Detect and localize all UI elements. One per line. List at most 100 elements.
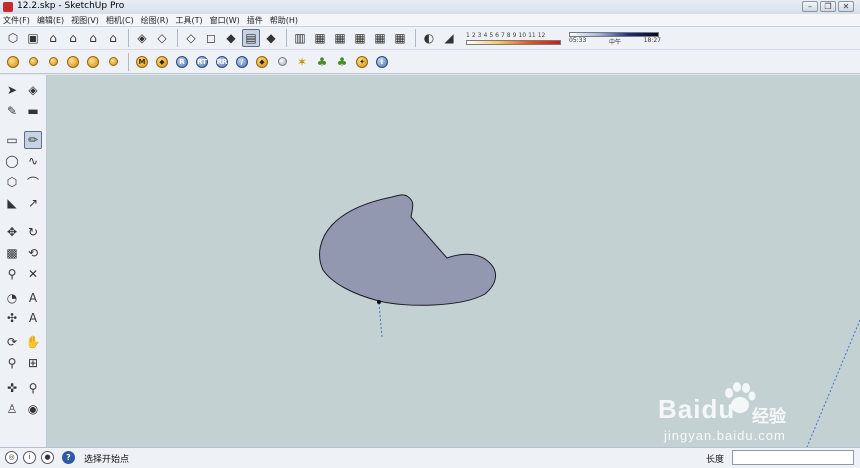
previous-view-tool-button[interactable]: ⚲: [24, 379, 42, 397]
back-view-button[interactable]: ⌂: [84, 29, 102, 47]
iso-view-button[interactable]: ⬡: [4, 29, 22, 47]
axes-tool-button[interactable]: ✣: [3, 309, 21, 327]
plugin-button-2[interactable]: [24, 53, 42, 71]
pushpull-icon: ◣: [7, 196, 17, 210]
arc-tool-button[interactable]: ⌒: [24, 173, 42, 191]
plugin-info-button[interactable]: i: [373, 53, 391, 71]
plugin-tag2-button[interactable]: ◆: [253, 53, 271, 71]
menu-camera[interactable]: 相机(C): [106, 15, 134, 26]
plugin-button-1[interactable]: [4, 53, 22, 71]
right-view-button[interactable]: ⌂: [64, 29, 82, 47]
look-around-tool-button[interactable]: ◉: [24, 400, 42, 418]
shadow-toggle-button[interactable]: ◐: [420, 29, 438, 47]
menu-help[interactable]: 帮助(H): [270, 15, 298, 26]
user-button[interactable]: ●: [41, 451, 54, 464]
credits-button[interactable]: i: [23, 451, 36, 464]
measurements-label: 长度: [706, 455, 725, 465]
layers-button[interactable]: ▥: [291, 29, 309, 47]
restore-button[interactable]: ❐: [820, 1, 836, 12]
components-button[interactable]: ▦: [311, 29, 329, 47]
plugin-slash-button[interactable]: /: [233, 53, 251, 71]
plugin-button-5[interactable]: [84, 53, 102, 71]
drawn-face[interactable]: [319, 194, 496, 306]
month-label: 9: [512, 31, 517, 39]
plugin-gear-button[interactable]: ✦: [353, 53, 371, 71]
menu-tools[interactable]: 工具(T): [176, 15, 203, 26]
model-info-button[interactable]: ▦: [351, 29, 369, 47]
minimize-button[interactable]: –: [802, 1, 818, 12]
orbit-tool-button[interactable]: ⟳: [3, 333, 21, 351]
month-label: 2: [471, 31, 476, 39]
monochrome-button[interactable]: ◆: [262, 29, 280, 47]
plugin-sparkle-button[interactable]: ✶: [293, 53, 311, 71]
pan-tool-button[interactable]: ✋: [24, 333, 42, 351]
close-button[interactable]: ✕: [838, 1, 854, 12]
left-view-button[interactable]: ⌂: [104, 29, 122, 47]
shadow-time-slider[interactable]: 05:33 中午 18:27: [569, 31, 661, 46]
menu-file[interactable]: 文件(F): [3, 15, 30, 26]
zoom-tool-button[interactable]: ⚲: [3, 354, 21, 372]
menu-edit[interactable]: 编辑(E): [37, 15, 64, 26]
geo-location-button[interactable]: ◎: [5, 451, 18, 464]
outliner-button[interactable]: ▦: [371, 29, 389, 47]
wireframe-button[interactable]: ◇: [182, 29, 200, 47]
materials-button[interactable]: ▦: [331, 29, 349, 47]
plugin-m-button[interactable]: M: [133, 53, 151, 71]
tape-measure-tool-button[interactable]: ⚲: [3, 265, 21, 283]
front-view-button[interactable]: ⌂: [44, 29, 62, 47]
shaded-textures-button[interactable]: ▤: [242, 29, 260, 47]
menu-draw[interactable]: 绘图(R): [141, 15, 169, 26]
shaded-button[interactable]: ◆: [222, 29, 240, 47]
menu-plugins[interactable]: 插件: [247, 15, 263, 26]
freehand-tool-button[interactable]: ∿: [24, 152, 42, 170]
polygon-tool-button[interactable]: ⬡: [3, 173, 21, 191]
move-tool-button[interactable]: ✥: [3, 223, 21, 241]
plugin-button-3[interactable]: [44, 53, 62, 71]
offset-tool-button[interactable]: ⟲: [24, 244, 42, 262]
protractor-tool-button[interactable]: ◔: [3, 289, 21, 307]
follow-me-icon: ↗: [27, 196, 39, 210]
plugin-rr-button[interactable]: RR: [213, 53, 231, 71]
plugin-button-4[interactable]: [64, 53, 82, 71]
top-view-button[interactable]: ▣: [24, 29, 42, 47]
zoom-extents-tool-button[interactable]: ✜: [3, 379, 21, 397]
walk-tool-button[interactable]: ♙: [3, 400, 21, 418]
hidden-line-button[interactable]: ◻: [202, 29, 220, 47]
shadow-date-slider[interactable]: 1 2 3 4 5 6 7 8 9 10 11 12: [466, 32, 561, 45]
menu-window[interactable]: 窗口(W): [210, 15, 240, 26]
help-icon[interactable]: ?: [62, 451, 75, 464]
select-tool-button[interactable]: ➤: [3, 81, 21, 99]
xray-button[interactable]: ◈: [133, 29, 151, 47]
circle-tool-button[interactable]: ◯: [3, 152, 21, 170]
rotate-tool-button[interactable]: ↻: [24, 223, 42, 241]
fog-toggle-button[interactable]: ◢: [440, 29, 458, 47]
plugin-sphere-button[interactable]: [273, 53, 291, 71]
materials-icon: ▦: [334, 31, 346, 45]
model-canvas[interactable]: [47, 75, 860, 447]
plugin-r-button[interactable]: R: [173, 53, 191, 71]
plugin-tree2-button[interactable]: ♣: [333, 53, 351, 71]
plugin-tree-button[interactable]: ♣: [313, 53, 331, 71]
measurements-input[interactable]: [732, 450, 854, 465]
rectangle-tool-button[interactable]: ▭: [3, 131, 21, 149]
3d-text-tool-button[interactable]: A: [24, 309, 42, 327]
line-tool-button[interactable]: ✏: [24, 131, 42, 149]
plugin-button-6[interactable]: [104, 53, 122, 71]
scenes-button[interactable]: ▦: [391, 29, 409, 47]
eraser-tool-button[interactable]: ▬: [24, 102, 42, 120]
text-tool-button[interactable]: A: [24, 289, 42, 307]
scale-tool-button[interactable]: ▩: [3, 244, 21, 262]
follow-me-tool-button[interactable]: ↗: [24, 194, 42, 212]
plugin-tag-button[interactable]: ◆: [153, 53, 171, 71]
zoom-window-tool-button[interactable]: ⊞: [24, 354, 42, 372]
menu-view[interactable]: 视图(V): [71, 15, 99, 26]
sketchup-app-icon[interactable]: [3, 2, 13, 12]
back-edges-button[interactable]: ◇: [153, 29, 171, 47]
component-tool-button[interactable]: ◈: [24, 81, 42, 99]
pushpull-tool-button[interactable]: ◣: [3, 194, 21, 212]
shadow-date-gradient[interactable]: [466, 39, 561, 45]
paint-bucket-tool-button[interactable]: ✎: [3, 102, 21, 120]
plugin-rt-button[interactable]: RT: [193, 53, 211, 71]
dimension-tool-button[interactable]: ✕: [24, 265, 42, 283]
drawing-viewport[interactable]: [47, 75, 860, 447]
